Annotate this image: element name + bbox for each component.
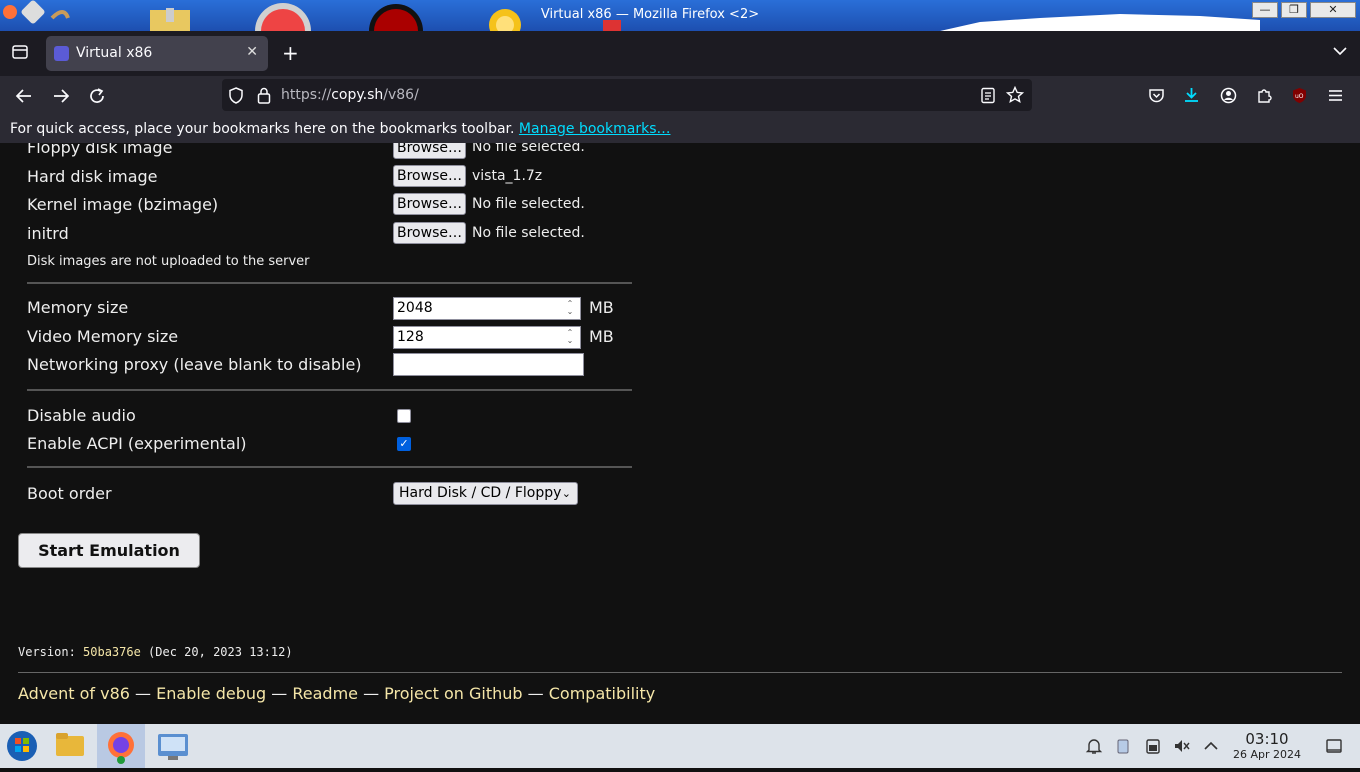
ublock-origin-icon[interactable]: uO <box>1291 87 1308 108</box>
window-title: Virtual x86 — Mozilla Firefox <2> <box>540 7 760 22</box>
back-arrow-icon[interactable] <box>15 87 33 109</box>
clock-date: 26 Apr 2024 <box>1232 748 1301 761</box>
tab-bar: Virtual x86 ✕ + <box>0 31 1360 76</box>
boot-order-label: Boot order <box>27 484 112 503</box>
pocket-icon[interactable] <box>1148 87 1165 108</box>
tracking-shield-icon[interactable] <box>228 87 244 108</box>
start-emulation-button[interactable]: Start Emulation <box>18 533 200 568</box>
reload-icon[interactable] <box>88 87 106 109</box>
svg-text:uO: uO <box>1295 93 1304 100</box>
page-content: Floppy disk image Browse… No file select… <box>0 143 1360 724</box>
forward-arrow-icon[interactable] <box>52 87 70 109</box>
memory-size-input[interactable]: 2048 ⌃ ⌄ <box>393 297 581 320</box>
tray-expand-chevron-icon[interactable] <box>1202 737 1220 759</box>
hard-disk-browse-button[interactable]: Browse… <box>393 165 466 187</box>
upload-note: Disk images are not uploaded to the serv… <box>27 254 310 269</box>
manage-bookmarks-link[interactable]: Manage bookmarks… <box>519 121 671 137</box>
proxy-input[interactable] <box>393 353 584 376</box>
volume-muted-icon[interactable] <box>1173 737 1191 759</box>
taskbar-clock[interactable]: 03:10 26 Apr 2024 <box>1229 731 1305 762</box>
notifications-bell-icon[interactable] <box>1085 737 1103 759</box>
bookmark-star-icon[interactable] <box>1005 85 1025 108</box>
floppy-disk-label: Floppy disk image <box>27 143 173 157</box>
tab-close-icon[interactable]: ✕ <box>246 44 258 60</box>
github-link[interactable]: Project on Github <box>384 684 522 703</box>
list-all-tabs-icon[interactable] <box>11 43 29 65</box>
divider <box>27 282 632 284</box>
initrd-label: initrd <box>27 224 69 243</box>
initrd-browse-button[interactable]: Browse… <box>393 222 466 244</box>
kernel-image-label: Kernel image (bzimage) <box>27 195 219 214</box>
nav-bar: https://copy.sh/v86/ uO <box>0 76 1360 115</box>
acpi-checkbox[interactable]: ✓ <box>397 437 411 451</box>
floppy-file-status: No file selected. <box>472 143 585 155</box>
kernel-file-status: No file selected. <box>472 196 585 212</box>
memory-size-label: Memory size <box>27 298 129 317</box>
downloads-icon[interactable] <box>1183 86 1200 108</box>
memory-unit: MB <box>589 298 614 317</box>
divider <box>27 389 632 391</box>
account-icon[interactable] <box>1220 87 1237 108</box>
maximize-button[interactable]: ❐ <box>1281 2 1307 18</box>
version-info: Version: 50ba376e (Dec 20, 2023 13:12) <box>18 645 293 659</box>
close-window-button[interactable]: ✕ <box>1310 2 1356 18</box>
floppy-browse-button[interactable]: Browse… <box>393 143 466 159</box>
file-manager-icon[interactable] <box>48 724 96 768</box>
v86-favicon-icon <box>54 46 69 61</box>
tab-label: Virtual x86 <box>76 45 153 61</box>
disable-audio-label: Disable audio <box>27 406 136 425</box>
kernel-browse-button[interactable]: Browse… <box>393 193 466 215</box>
memory-spinner-icon[interactable]: ⌃ ⌄ <box>562 300 578 317</box>
chevron-down-icon: ⌄ <box>561 487 571 500</box>
proxy-label: Networking proxy (leave blank to disable… <box>27 355 362 374</box>
boot-order-select[interactable]: Hard Disk / CD / Floppy ⌄ <box>393 482 578 505</box>
battery-icon[interactable] <box>1144 737 1162 759</box>
video-memory-unit: MB <box>589 327 614 346</box>
acpi-label: Enable ACPI (experimental) <box>27 434 247 453</box>
video-memory-spinner-icon[interactable]: ⌃ ⌄ <box>562 329 578 346</box>
tab-overflow-chevron-icon[interactable] <box>1332 43 1348 63</box>
footer-divider <box>18 672 1342 673</box>
version-hash-link[interactable]: 50ba376e <box>83 645 141 659</box>
enable-debug-link[interactable]: Enable debug <box>156 684 266 703</box>
initrd-file-status: No file selected. <box>472 225 585 241</box>
show-desktop-icon[interactable] <box>1325 737 1343 759</box>
compatibility-link[interactable]: Compatibility <box>549 684 655 703</box>
new-tab-button[interactable]: + <box>282 41 299 65</box>
minimize-button[interactable]: — <box>1252 2 1278 18</box>
readme-link[interactable]: Readme <box>292 684 358 703</box>
divider <box>27 466 632 468</box>
footer-links: Advent of v86 — Enable debug — Readme — … <box>18 684 656 703</box>
bookmarks-toolbar: For quick access, place your bookmarks h… <box>0 115 1360 143</box>
disable-audio-checkbox[interactable] <box>397 409 411 423</box>
video-memory-label: Video Memory size <box>27 327 179 346</box>
window-controls: — ❐ ✕ <box>1252 2 1356 18</box>
system-settings-icon[interactable] <box>150 724 198 768</box>
url-text[interactable]: https://copy.sh/v86/ <box>281 87 419 103</box>
extensions-puzzle-icon[interactable] <box>1256 87 1273 108</box>
lock-icon[interactable] <box>257 87 271 108</box>
advent-of-v86-link[interactable]: Advent of v86 <box>18 684 130 703</box>
start-menu-button[interactable] <box>0 724 48 768</box>
hard-disk-file-status: vista_1.7z <box>472 168 543 184</box>
bookmarks-empty-message: For quick access, place your bookmarks h… <box>10 121 671 137</box>
window-titlebar: Virtual x86 — Mozilla Firefox <2> — ❐ ✕ <box>0 0 1360 31</box>
url-bar[interactable]: https://copy.sh/v86/ <box>222 79 1032 111</box>
tab-virtual-x86[interactable]: Virtual x86 ✕ <box>46 36 268 71</box>
hard-disk-label: Hard disk image <box>27 167 158 186</box>
firefox-taskbar-icon[interactable] <box>97 724 145 768</box>
reader-view-icon[interactable] <box>980 87 996 108</box>
clipboard-icon[interactable] <box>1114 737 1132 759</box>
os-taskbar: 03:10 26 Apr 2024 <box>0 724 1360 768</box>
video-memory-input[interactable]: 128 ⌃ ⌄ <box>393 326 581 349</box>
clock-time: 03:10 <box>1245 730 1289 748</box>
hamburger-menu-icon[interactable] <box>1327 87 1344 108</box>
